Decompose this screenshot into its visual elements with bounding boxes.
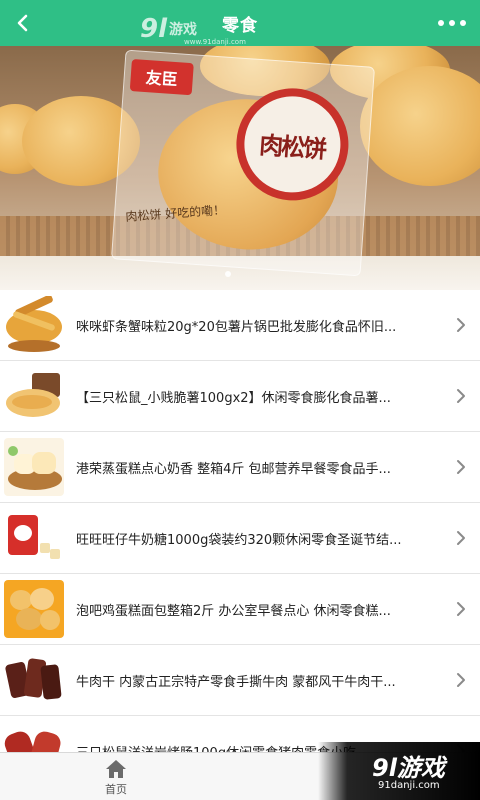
list-item[interactable]: 咪咪虾条蟹味粒20g*20包薯片锅巴批发膨化食品怀旧...: [0, 290, 480, 361]
chevron-right-icon: [457, 531, 465, 545]
product-thumbnail: [4, 296, 64, 354]
thumb-shape: [16, 608, 42, 630]
product-list: 咪咪虾条蟹味粒20g*20包薯片锅巴批发膨化食品怀旧... 【三只松鼠_小贱脆薯…: [0, 290, 480, 787]
product-thumbnail: [4, 438, 64, 496]
thumb-shape: [8, 340, 60, 352]
app-root: 9l 游戏 www.91danji.com 零食 友臣 肉松饼 肉松饼 好吃的嘞…: [0, 0, 480, 800]
list-item[interactable]: 旺旺旺仔牛奶糖1000g袋装约320颗休闲零食圣诞节结...: [0, 503, 480, 574]
thumb-shape: [30, 588, 54, 610]
product-thumbnail: [4, 509, 64, 567]
chevron-right-icon: [457, 673, 465, 687]
back-button[interactable]: [0, 0, 46, 46]
package-seal-text: 肉松饼: [241, 93, 344, 196]
thumb-shape: [40, 664, 62, 700]
product-package: 友臣 肉松饼 肉松饼 好吃的嘞！: [110, 49, 376, 277]
list-item[interactable]: 【三只松鼠_小贱脆薯100gx2】休闲零食膨化食品薯...: [0, 361, 480, 432]
thumb-shape: [14, 525, 32, 541]
chevron-right-icon: [457, 602, 465, 616]
thumb-shape: [32, 452, 56, 474]
page-title: 零食: [222, 15, 258, 36]
more-button[interactable]: [424, 0, 480, 46]
watermark-url: www.91danji.com: [184, 38, 246, 46]
home-tab[interactable]: 首页: [90, 756, 142, 800]
watermark-number: 9l: [140, 14, 168, 44]
top-bar: 9l 游戏 www.91danji.com 零食: [0, 0, 480, 46]
thumb-shape: [40, 610, 60, 630]
watermark-logo: 9l 游戏 www.91danji.com: [140, 14, 246, 46]
package-brand: 友臣: [129, 59, 194, 96]
banner-carousel[interactable]: 友臣 肉松饼 肉松饼 好吃的嘞！: [0, 46, 480, 290]
thumb-shape: [12, 395, 52, 409]
chevron-left-icon: [17, 14, 28, 32]
list-item[interactable]: 泡吧鸡蛋糕面包整箱2斤 办公室早餐点心 休闲零食糕...: [0, 574, 480, 645]
more-dot: [460, 20, 466, 26]
thumb-shape: [40, 543, 50, 553]
list-item[interactable]: 港荣蒸蛋糕点心奶香 整箱4斤 包邮营养早餐零食品手...: [0, 432, 480, 503]
watermark-text: 游戏: [169, 22, 198, 38]
product-name: 旺旺旺仔牛奶糖1000g袋装约320颗休闲零食圣诞节结...: [76, 533, 402, 548]
more-dot: [449, 20, 455, 26]
watermark-badge-title: 9l游戏: [372, 754, 445, 782]
list-item[interactable]: 牛肉干 内蒙古正宗特产零食手撕牛肉 蒙都风干牛肉干...: [0, 645, 480, 716]
product-name: 泡吧鸡蛋糕面包整箱2斤 办公室早餐点心 休闲零食糕...: [76, 604, 391, 619]
carousel-indicator[interactable]: [225, 271, 231, 277]
product-name: 牛肉干 内蒙古正宗特产零食手撕牛肉 蒙都风干牛肉干...: [76, 675, 396, 690]
home-tab-label: 首页: [105, 783, 127, 796]
thumb-shape: [10, 590, 32, 610]
chevron-right-icon: [457, 389, 465, 403]
product-thumbnail: [4, 367, 64, 425]
chevron-right-icon: [457, 460, 465, 474]
watermark-badge: 9l游戏 91danji.com: [318, 742, 480, 800]
thumb-shape: [8, 446, 18, 456]
watermark-badge-url: 91danji.com: [378, 780, 440, 791]
product-thumbnail: [4, 580, 64, 638]
chevron-right-icon: [457, 318, 465, 332]
more-dots-icon: [438, 20, 444, 26]
thumb-shape: [50, 549, 60, 559]
product-name: 咪咪虾条蟹味粒20g*20包薯片锅巴批发膨化食品怀旧...: [76, 320, 397, 335]
product-name: 港荣蒸蛋糕点心奶香 整箱4斤 包邮营养早餐零食品手...: [76, 462, 391, 477]
product-name: 【三只松鼠_小贱脆薯100gx2】休闲零食膨化食品薯...: [76, 391, 391, 406]
product-thumbnail: [4, 651, 64, 709]
banner-bg-pie: [360, 66, 480, 186]
home-icon: [106, 760, 126, 778]
